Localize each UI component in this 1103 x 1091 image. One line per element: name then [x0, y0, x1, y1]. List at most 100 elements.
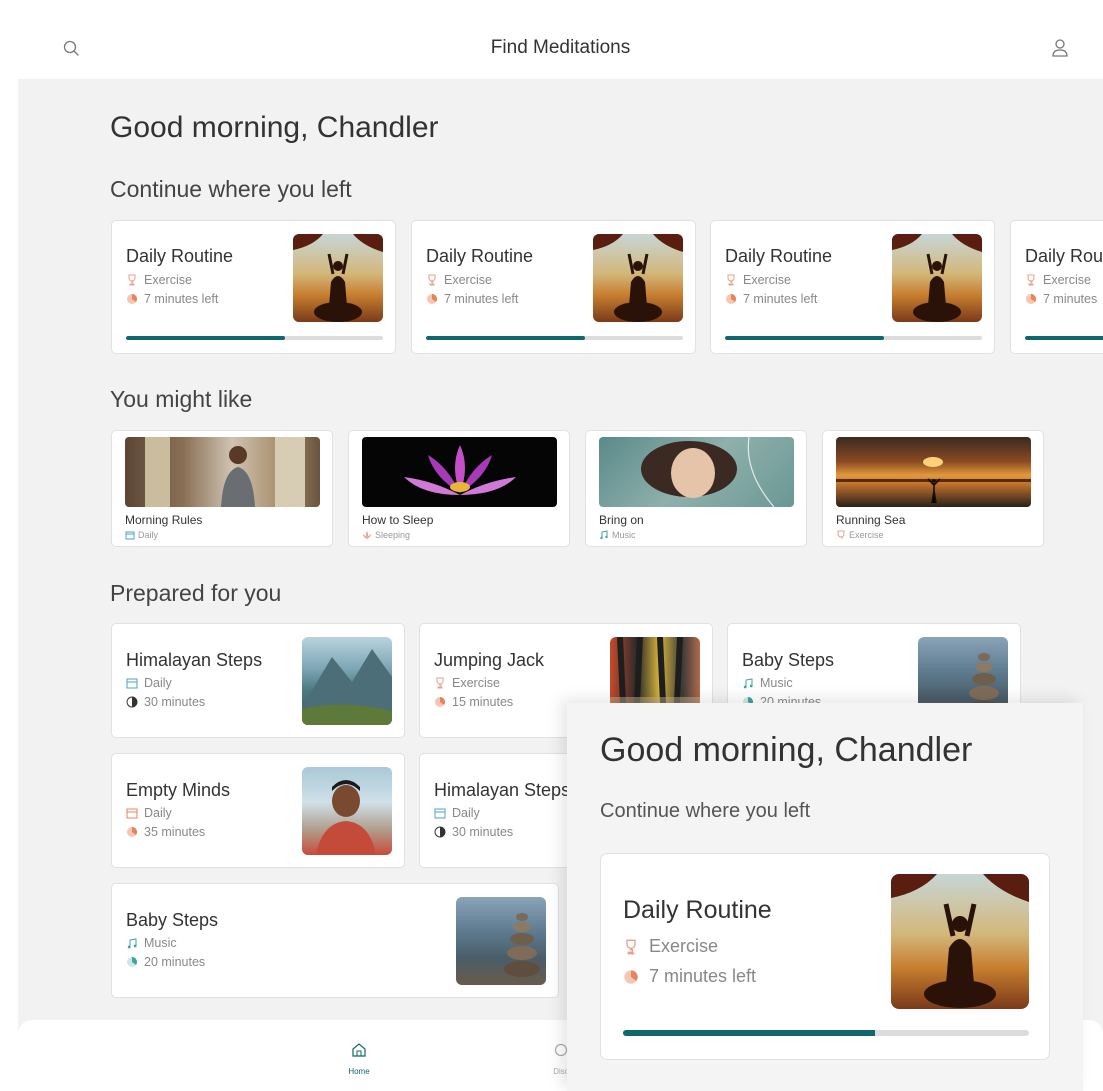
- card-category: Exercise: [1025, 273, 1091, 287]
- recommendation-card[interactable]: Morning Rules Daily: [111, 430, 333, 547]
- trophy-icon: [428, 274, 436, 286]
- card-time: 7 minutes left: [725, 292, 817, 306]
- zoom-subtitle: Continue where you left: [600, 800, 811, 822]
- recommendation-category: Daily: [125, 530, 158, 540]
- zoom-meditation-thumbnail: [891, 874, 1029, 1009]
- prepared-card[interactable]: Empty Minds Daily 35 minutes: [111, 753, 405, 868]
- calendar-icon: [126, 808, 138, 819]
- card-title: Daily Rou: [1025, 246, 1103, 266]
- timer-icon: [427, 294, 437, 304]
- recommendation-thumbnail: [125, 437, 320, 507]
- prepared-card[interactable]: Himalayan Steps Daily 30 minutes: [111, 623, 405, 738]
- card-title: Daily Routine: [426, 246, 534, 266]
- meditation-thumbnail: [293, 234, 383, 322]
- timer-icon: [726, 294, 736, 304]
- trophy-icon: [436, 677, 444, 689]
- prepared-card[interactable]: Baby Steps Music 20 minutes: [111, 883, 559, 998]
- recommendation-category: Exercise: [836, 530, 884, 540]
- trophy-icon: [128, 274, 136, 286]
- meditation-thumbnail: [892, 234, 982, 322]
- meditation-thumbnail: [593, 234, 683, 322]
- timer-icon: [624, 969, 638, 984]
- meditating-figure: [593, 234, 683, 322]
- timer-icon: [434, 826, 446, 838]
- zoom-progress-bar: [623, 1030, 1029, 1036]
- card-category: Daily: [434, 806, 480, 820]
- prepared-thumbnail: [302, 767, 392, 855]
- recommendation-title: Bring on: [599, 513, 644, 527]
- card-time: 7 minutes: [1025, 292, 1097, 306]
- card-title: Jumping Jack: [434, 650, 545, 670]
- progress-bar: [725, 336, 982, 340]
- calendar-icon: [126, 678, 138, 689]
- stones-illustration: [504, 913, 540, 977]
- timer-icon: [1026, 294, 1036, 304]
- calendar-icon: [434, 808, 446, 819]
- recommendation-card[interactable]: Running Sea Exercise: [822, 430, 1044, 547]
- like-section-title: You might like: [110, 386, 253, 412]
- continue-section-title: Continue where you left: [110, 176, 352, 202]
- card-category: Music: [742, 676, 793, 690]
- progress-bar: [1025, 336, 1103, 340]
- continue-card[interactable]: Daily Routine Exercise 7 minutes left: [411, 220, 696, 354]
- card-time: 30 minutes: [434, 825, 513, 839]
- prepared-thumbnail: [456, 897, 546, 985]
- home-icon: [352, 1043, 366, 1057]
- user-icon[interactable]: [1050, 37, 1070, 59]
- zoom-card-time: 7 minutes left: [623, 966, 756, 987]
- meditating-figure: [892, 234, 982, 322]
- greeting-heading: Good morning, Chandler: [110, 111, 439, 144]
- recommendation-title: Running Sea: [836, 513, 906, 527]
- card-time: 35 minutes: [126, 825, 205, 839]
- timer-icon: [435, 697, 445, 707]
- recommendation-card[interactable]: How to Sleep Sleeping: [348, 430, 570, 547]
- recommendation-category: Music: [599, 530, 636, 540]
- card-time: 7 minutes left: [126, 292, 218, 306]
- card-category: Exercise: [126, 273, 192, 287]
- card-title: Daily Routine: [725, 246, 833, 266]
- card-category: Exercise: [426, 273, 492, 287]
- lotus-icon: [363, 531, 371, 539]
- prepared-section-title: Prepared for you: [110, 580, 282, 606]
- card-time: 15 minutes: [434, 695, 513, 709]
- lotus-illustration: [404, 445, 516, 495]
- card-category: Exercise: [725, 273, 791, 287]
- recommendation-card[interactable]: Bring on Music: [585, 430, 807, 547]
- recommendation-thumbnail: [362, 437, 557, 507]
- progress-bar: [126, 336, 383, 340]
- card-time: 7 minutes left: [426, 292, 518, 306]
- recommendation-thumbnail: [599, 437, 794, 507]
- zoom-continue-card[interactable]: Daily Routine Exercise 7 minutes left: [600, 853, 1050, 1060]
- mountain-illustration: [302, 649, 392, 725]
- top-bar: Find Meditations: [18, 15, 1103, 79]
- woman-illustration: [641, 437, 775, 507]
- music-note-icon: [600, 530, 608, 540]
- card-title: Himalayan Steps: [434, 780, 571, 800]
- nav-home-label: Home: [348, 1067, 370, 1076]
- card-title: Baby Steps: [742, 650, 835, 670]
- meditating-figure: [293, 234, 383, 322]
- card-category: Music: [126, 936, 177, 950]
- nav-home[interactable]: Home: [344, 1042, 374, 1076]
- trophy-icon: [837, 530, 845, 539]
- card-title: Himalayan Steps: [126, 650, 263, 670]
- trophy-icon: [727, 274, 735, 286]
- zoom-card-category: Exercise: [623, 936, 718, 957]
- recommendation-title: Morning Rules: [125, 513, 203, 527]
- progress-bar: [426, 336, 683, 340]
- card-title: Baby Steps: [126, 910, 219, 930]
- continue-card[interactable]: Daily Routine Exercise 7 minutes left: [710, 220, 995, 354]
- card-category: Exercise: [434, 676, 500, 690]
- trophy-icon: [1027, 274, 1035, 286]
- card-time: 20 minutes: [126, 955, 205, 969]
- zoom-card-title: Daily Routine: [623, 896, 772, 924]
- card-category: Daily: [126, 676, 172, 690]
- timer-icon: [126, 696, 138, 708]
- recommendation-thumbnail: [836, 437, 1031, 507]
- continue-card[interactable]: Daily Rou Exercise 7 minutes: [1010, 220, 1103, 354]
- recommendation-category: Sleeping: [362, 530, 410, 540]
- card-title: Daily Routine: [126, 246, 234, 266]
- continue-card[interactable]: Daily Routine Exercise 7 minutes left: [111, 220, 396, 354]
- meditating-figure: [891, 874, 1029, 1008]
- card-time: 30 minutes: [126, 695, 205, 709]
